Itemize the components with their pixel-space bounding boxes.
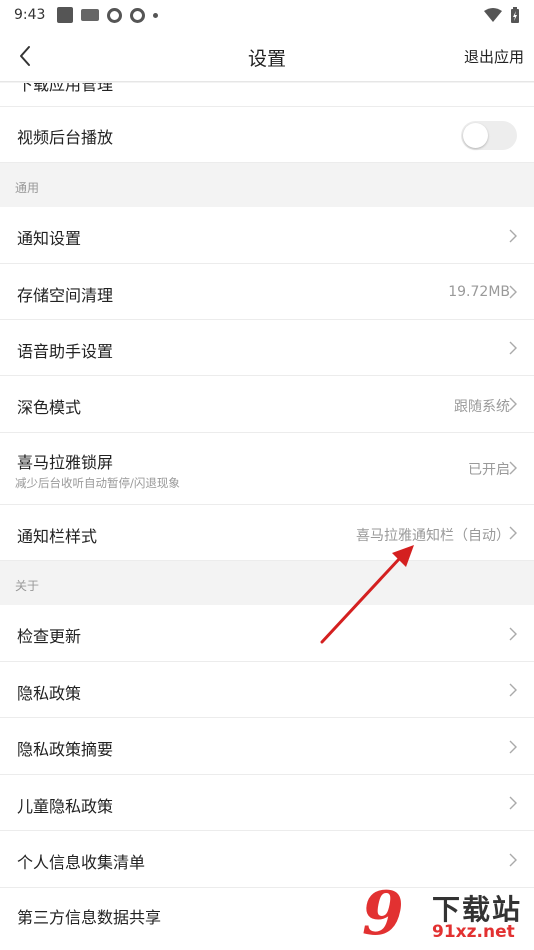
chevron-right-icon (509, 461, 517, 475)
row-label: 儿童隐私政策 (17, 797, 114, 816)
row-label: 深色模式 (17, 398, 82, 417)
notification-style-value: 喜马拉雅通知栏（自动） (356, 528, 510, 544)
row-label: 个人信息收集清单 (17, 853, 146, 872)
chevron-right-icon (509, 285, 517, 299)
dark-mode-value: 跟随系统 (454, 399, 510, 415)
notification-icons (57, 7, 159, 23)
row-label: 检查更新 (17, 627, 82, 646)
check-update-row[interactable]: 检查更新 (0, 605, 534, 662)
chevron-right-icon (509, 627, 517, 641)
watermark-url: 91xz.net (432, 922, 515, 942)
wifi-icon (484, 8, 502, 22)
section-header-about: 关于 (0, 561, 534, 605)
sync-notification-icon (107, 7, 123, 23)
chevron-right-icon (509, 683, 517, 697)
app-notification-icon (57, 7, 74, 23)
notification-bar-style-row[interactable]: 通知栏样式 喜马拉雅通知栏（自动） (0, 505, 534, 561)
voice-assistant-row[interactable]: 语音助手设置 (0, 320, 534, 376)
notification-settings-row[interactable]: 通知设置 (0, 207, 534, 264)
exit-app-button[interactable]: 退出应用 (464, 46, 524, 67)
children-privacy-row[interactable]: 儿童隐私政策 (0, 775, 534, 831)
lockscreen-row[interactable]: 喜马拉雅锁屏 减少后台收听自动暂停/闪退现象 已开启 (0, 433, 534, 505)
dark-mode-row[interactable]: 深色模式 跟随系统 (0, 376, 534, 433)
section-header-general: 通用 (0, 163, 534, 207)
lockscreen-status-value: 已开启 (468, 462, 510, 478)
row-label: 隐私政策摘要 (17, 740, 114, 759)
more-notifications-icon (153, 12, 159, 18)
privacy-summary-row[interactable]: 隐私政策摘要 (0, 718, 534, 775)
chevron-right-icon (509, 341, 517, 355)
row-label: 隐私政策 (17, 684, 82, 703)
chevron-right-icon (509, 740, 517, 754)
chevron-right-icon (509, 397, 517, 411)
video-background-toggle[interactable] (461, 121, 517, 150)
video-background-row: 视频后台播放 (0, 107, 534, 163)
chevron-right-icon (509, 229, 517, 243)
row-label: 喜马拉雅锁屏 (17, 453, 114, 472)
section-title: 关于 (15, 579, 40, 593)
toggle-knob (463, 123, 488, 148)
site-watermark: 9 下载站 91xz.net (362, 884, 532, 948)
row-label: 存储空间清理 (17, 286, 114, 305)
row-label: 视频后台播放 (17, 128, 114, 147)
status-time: 9:43 (14, 7, 46, 23)
row-label: 通知设置 (17, 229, 82, 248)
personal-info-list-row[interactable]: 个人信息收集清单 (0, 831, 534, 888)
page-title: 设置 (247, 48, 286, 70)
privacy-policy-row[interactable]: 隐私政策 (0, 662, 534, 718)
storage-size-value: 19.72MB (448, 284, 510, 300)
section-title: 通用 (15, 181, 40, 195)
nav-bar: 设置 退出应用 (0, 30, 534, 82)
status-bar: 9:43 (0, 0, 534, 30)
row-subtitle: 减少后台收听自动暂停/闪退现象 (15, 476, 180, 490)
storage-cleanup-row[interactable]: 存储空间清理 19.72MB (0, 264, 534, 320)
sync-notification-icon-2 (130, 7, 146, 23)
news-notification-icon (81, 9, 100, 21)
chevron-right-icon (509, 526, 517, 540)
row-label: 语音助手设置 (17, 342, 114, 361)
row-label: 下载应用管理 (17, 83, 114, 94)
battery-charging-icon (511, 7, 519, 23)
watermark-logo: 9 (362, 879, 404, 949)
download-management-row[interactable]: 下载应用管理 (0, 83, 534, 107)
row-label: 通知栏样式 (17, 527, 98, 546)
chevron-right-icon (509, 853, 517, 867)
chevron-right-icon (509, 796, 517, 810)
row-label: 第三方信息数据共享 (17, 908, 162, 927)
